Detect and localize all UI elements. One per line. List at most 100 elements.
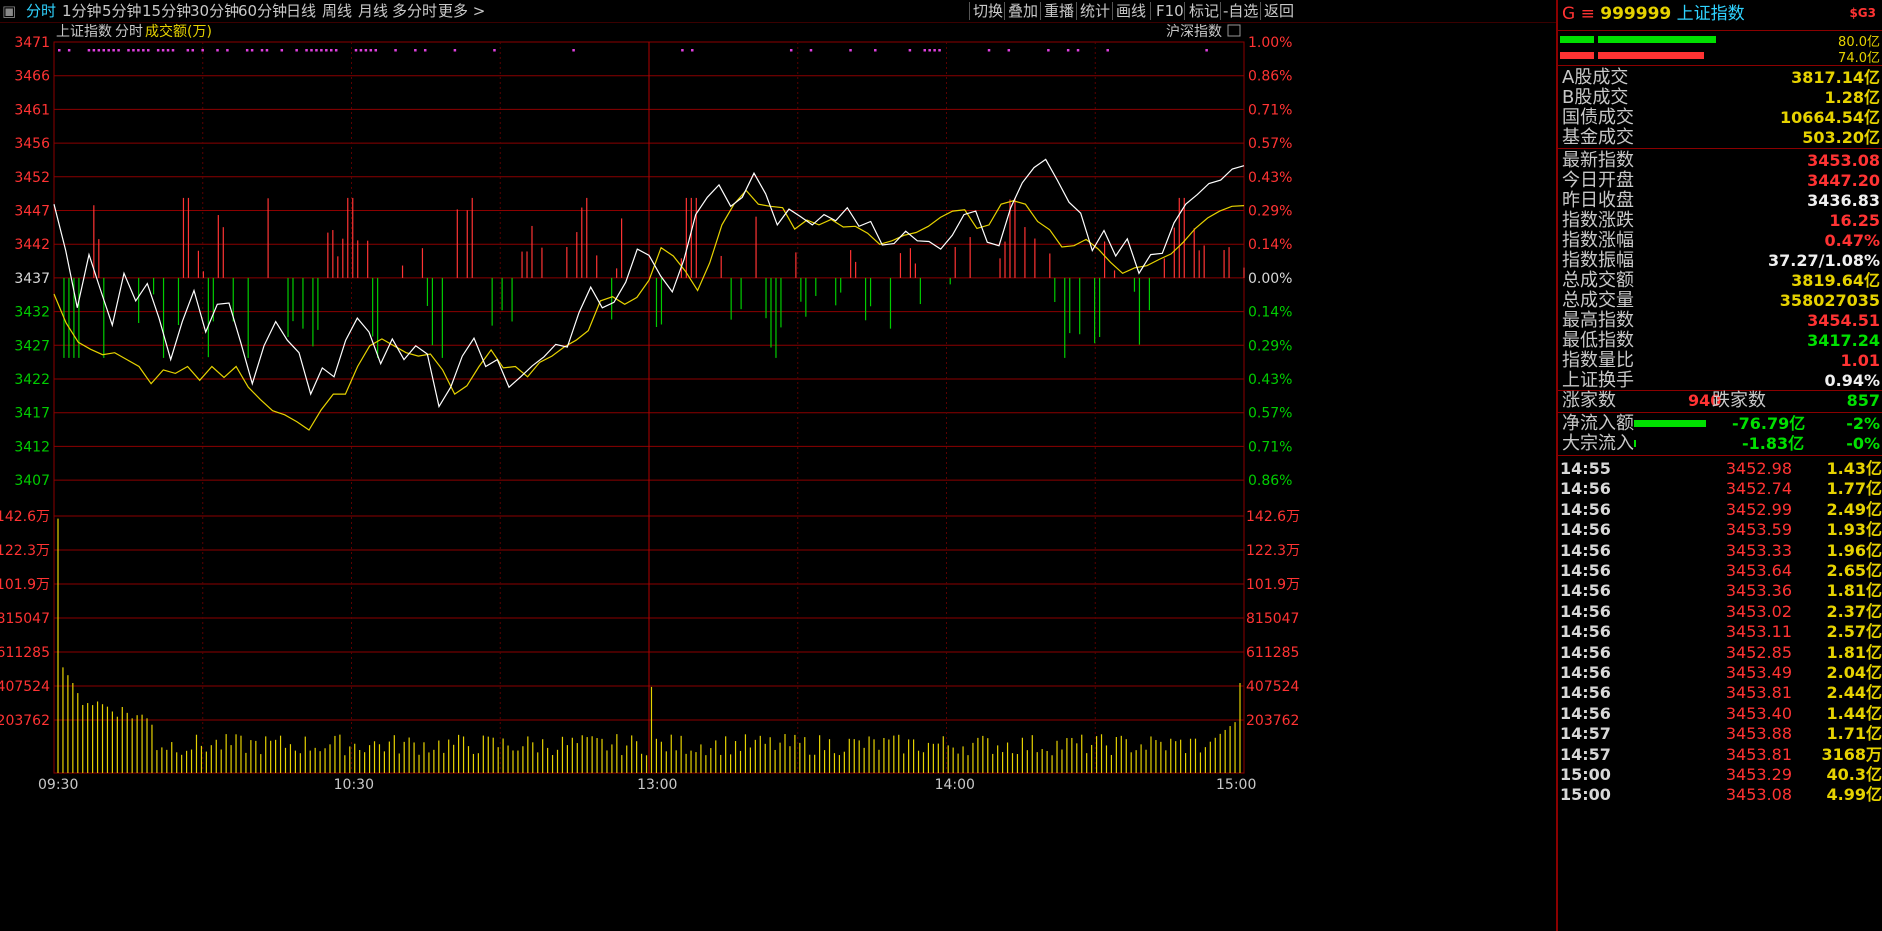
add-watchlist-button[interactable]: -自选 [1223, 0, 1258, 22]
back-button[interactable]: 返回 [1264, 0, 1294, 22]
event-marker [453, 49, 457, 52]
tick-amount: 2.65亿 [1826, 561, 1882, 580]
tick-row: 14:56 3452.85 1.81亿 [1560, 642, 1882, 664]
event-marker [374, 49, 378, 52]
price-tick: 3422 [14, 372, 50, 388]
volume-tick: 407524 [0, 679, 50, 695]
tick-amount: 1.43亿 [1826, 459, 1882, 478]
tick-price: 3452.99 [1725, 499, 1792, 519]
pct-tick: 0.43% [1248, 170, 1292, 186]
price-tick: 3417 [14, 406, 50, 422]
tick-price: 3453.11 [1725, 622, 1792, 642]
overlay-button[interactable]: 叠加 [1008, 0, 1038, 22]
tab-multi-intraday[interactable]: 多分时 [392, 0, 437, 22]
period-toolbar: ▣ 分时 1分钟 5分钟 15分钟 30分钟 60分钟 日线 周线 月线 多分时… [0, 0, 1556, 23]
event-marker [923, 49, 926, 52]
tick-amount: 1.44亿 [1826, 703, 1882, 723]
tab-15min[interactable]: 15分钟 [142, 0, 191, 22]
event-marker [102, 49, 106, 52]
tab-60min[interactable]: 60分钟 [238, 0, 287, 22]
price-tick: 3466 [14, 69, 50, 85]
sell-bar-value: 74.0亿 [1838, 51, 1880, 66]
f10-button[interactable]: F10 [1156, 0, 1184, 22]
switch-button[interactable]: 切换 [973, 0, 1003, 22]
sell-bar-b [1598, 52, 1704, 59]
event-marker [280, 49, 284, 52]
overlay-index-label[interactable]: 沪深指数 [1166, 24, 1222, 40]
tab-monthly[interactable]: 月线 [358, 0, 388, 22]
event-marker [1076, 49, 1080, 52]
event-marker [186, 49, 190, 52]
price-tick: 3452 [14, 170, 50, 186]
rise-label: 涨家数 [1562, 390, 1616, 411]
block-label: 大宗流入 [1562, 433, 1634, 454]
event-marker [493, 49, 496, 52]
event-marker [97, 49, 101, 52]
mark-button[interactable]: 标记 [1189, 0, 1219, 22]
tick-price: 3452.74 [1725, 479, 1792, 499]
event-marker [147, 49, 150, 52]
block-bar [1634, 440, 1636, 447]
tab-5min[interactable]: 5分钟 [102, 0, 142, 22]
volume-tick-right: 142.6万 [1246, 509, 1300, 525]
intraday-chart[interactable]: 3471 1.00% 3466 0.86% 3461 0.71% 3456 0.57% 3452… [0, 22, 1556, 931]
tick-row: 14:55 3452.98 1.43亿 [1560, 458, 1882, 480]
tick-time: 14:56 [1560, 663, 1611, 682]
statistics-button[interactable]: 统计 [1080, 0, 1110, 22]
volume-tick-right: 407524 [1246, 679, 1300, 695]
tick-row: 14:56 3453.02 2.37亿 [1560, 601, 1882, 623]
tick-amount: 2.57亿 [1826, 622, 1882, 642]
event-marker [92, 49, 96, 52]
legend-name: 上证指数 [56, 24, 112, 40]
tick-price: 3453.36 [1725, 581, 1792, 601]
event-marker [938, 49, 941, 52]
tick-time: 14:56 [1560, 683, 1611, 703]
draw-line-button[interactable]: 画线 [1116, 0, 1146, 22]
tick-row: 14:56 3453.64 2.65亿 [1560, 560, 1882, 582]
event-marker [325, 49, 328, 52]
volume-tick: 101.9万 [0, 577, 50, 593]
event-marker [789, 49, 793, 52]
quote-panel: G ≡ 999999 上证指数 $G3 80.0亿 74.0亿 A股成交 3817… [1556, 0, 1882, 931]
menu-icon[interactable]: ≡ [1581, 4, 1595, 24]
tick-price: 3453.81 [1725, 744, 1792, 764]
tab-30min[interactable]: 30分钟 [190, 0, 239, 22]
overlay-toggle-icon[interactable] [1227, 24, 1241, 37]
buy-bar-a [1560, 36, 1594, 43]
tick-time: 15:00 [1560, 785, 1611, 805]
pct-tick: 0.57% [1248, 406, 1292, 422]
tick-amount: 1.77亿 [1826, 479, 1882, 499]
tick-price: 3453.08 [1725, 785, 1792, 805]
pct-tick: 0.00% [1248, 271, 1292, 287]
pct-tick: 0.71% [1248, 439, 1292, 455]
index-name: 上证指数 [1676, 4, 1745, 24]
event-marker [354, 49, 358, 52]
time-tick: 13:00 [637, 777, 677, 793]
event-marker [1047, 49, 1050, 52]
menu-toggle-icon[interactable]: ▣ [2, 0, 16, 22]
tick-time: 14:56 [1560, 520, 1611, 540]
price-tick: 3471 [14, 35, 50, 51]
tick-time: 14:56 [1560, 703, 1611, 723]
replay-button[interactable]: 重播 [1044, 0, 1074, 22]
netflow-bar [1634, 420, 1706, 427]
tab-more[interactable]: 更多 > [438, 0, 485, 22]
market-tag: $G3 [1849, 6, 1876, 20]
event-marker [201, 49, 204, 52]
tick-time: 14:56 [1560, 581, 1611, 601]
tab-daily[interactable]: 日线 [286, 0, 316, 22]
tab-intraday[interactable]: 分时 [26, 0, 56, 22]
event-marker [849, 49, 852, 52]
market-label: G [1562, 4, 1576, 24]
tab-weekly[interactable]: 周线 [322, 0, 352, 22]
event-marker [334, 49, 338, 52]
tick-row: 14:56 3453.33 1.96亿 [1560, 540, 1882, 562]
tick-price: 3453.59 [1725, 520, 1792, 540]
tab-1min[interactable]: 1分钟 [62, 0, 102, 22]
event-marker [364, 49, 368, 52]
volume-tick: 815047 [0, 611, 50, 627]
tick-row: 14:56 3453.59 1.93亿 [1560, 519, 1882, 541]
tick-price: 3453.81 [1725, 683, 1792, 703]
tick-amount: 1.71亿 [1826, 724, 1882, 744]
event-marker [691, 49, 694, 52]
